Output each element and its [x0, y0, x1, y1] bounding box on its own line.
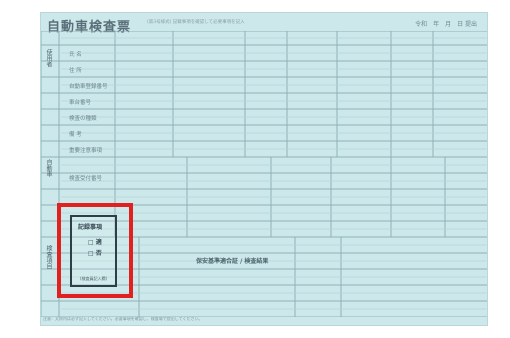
stamp-heading: 記録事項: [78, 224, 103, 231]
registration-number-label: 自動車登録番号: [69, 82, 108, 90]
chassis-number-label: 車台番号: [69, 98, 92, 106]
inspection-type-label: 検査の種類: [69, 114, 97, 122]
acceptance-number-label: 検査受付番号: [69, 174, 103, 182]
record-stamp-box: 記録事項 □ 適 □ 否 (検査員記入欄): [70, 215, 117, 287]
check-section-label: 検査項目: [45, 245, 52, 269]
stamp-note: (検査員記入欄): [79, 275, 108, 281]
remarks-label: 備 考: [69, 130, 82, 138]
focus-section-title: 保安基準適合証 / 検査結果: [195, 257, 268, 265]
owner-address-label: 住 所: [69, 66, 82, 74]
form-subtitle: (第3号様式) 記載事項を確認して必要事項を記入: [147, 20, 245, 25]
owner-name-label: 氏 名: [69, 50, 82, 58]
screenshot-frame: 自動車検査票 (第3号様式) 記載事項を確認して必要事項を記入 令和 年 月 日…: [0, 0, 510, 338]
form-date: 令和 年 月 日 提出: [415, 21, 477, 28]
vehicle-section-label: 自動車: [45, 159, 52, 177]
stamp-option-fail: □ 否: [88, 250, 102, 257]
form-footer-note: 注意：太枠内は必ず記入してください。必要事項を確認し、検査場で提出してください。: [43, 317, 203, 322]
important-notes-label: 重要注意事項: [69, 146, 103, 154]
stamp-option-pass: □ 適: [88, 239, 102, 246]
owner-section-label: 使用者: [45, 49, 52, 67]
